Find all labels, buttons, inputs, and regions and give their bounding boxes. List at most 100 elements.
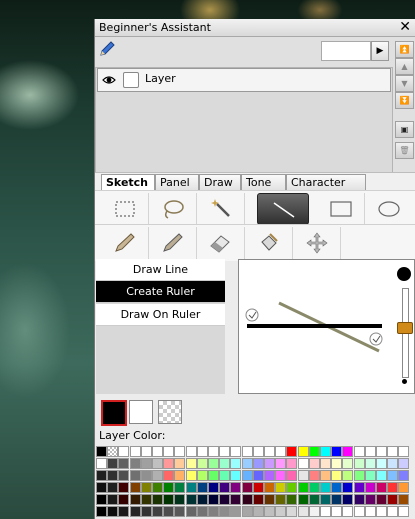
- palette-swatch[interactable]: [174, 458, 186, 469]
- palette-swatch[interactable]: [196, 506, 208, 517]
- ellipse-tool[interactable]: [365, 193, 413, 225]
- palette-swatch[interactable]: [376, 482, 387, 493]
- tab-sketch[interactable]: Sketch: [101, 174, 155, 190]
- palette-swatch[interactable]: [342, 446, 354, 457]
- palette-swatch[interactable]: [387, 506, 399, 517]
- new-layer-icon[interactable]: ▣: [395, 121, 414, 138]
- palette-swatch[interactable]: [185, 458, 197, 469]
- palette-swatch[interactable]: [152, 446, 163, 457]
- transparent-color-well[interactable]: [158, 400, 182, 424]
- palette-swatch[interactable]: [129, 458, 141, 469]
- palette-swatch[interactable]: [387, 458, 399, 469]
- palette-swatch[interactable]: [118, 506, 130, 517]
- palette-swatch[interactable]: [152, 470, 163, 481]
- palette-swatch[interactable]: [308, 458, 320, 469]
- palette-swatch[interactable]: [364, 470, 376, 481]
- palette-swatch[interactable]: [196, 458, 208, 469]
- palette-swatch[interactable]: [219, 458, 231, 469]
- palette-swatch[interactable]: [297, 482, 309, 493]
- palette-swatch[interactable]: [387, 446, 399, 457]
- palette-swatch[interactable]: [219, 506, 231, 517]
- palette-swatch[interactable]: [252, 458, 264, 469]
- move-down-icon[interactable]: ▼: [395, 75, 414, 92]
- palette-swatch[interactable]: [308, 446, 320, 457]
- palette-swatch[interactable]: [286, 494, 298, 505]
- rect-select-tool[interactable]: [101, 193, 149, 225]
- palette-swatch[interactable]: [320, 446, 331, 457]
- palette-swatch[interactable]: [208, 470, 219, 481]
- palette-swatch[interactable]: [174, 506, 186, 517]
- palette-swatch[interactable]: [320, 506, 331, 517]
- palette-swatch[interactable]: [118, 458, 130, 469]
- palette-swatch[interactable]: [118, 446, 130, 457]
- palette-swatch[interactable]: [331, 446, 343, 457]
- layer-row[interactable]: Layer: [97, 68, 391, 92]
- palette-swatch[interactable]: [163, 494, 175, 505]
- palette-swatch[interactable]: [252, 494, 264, 505]
- palette-swatch[interactable]: [331, 458, 343, 469]
- palette-swatch[interactable]: [286, 506, 298, 517]
- palette-swatch[interactable]: [264, 446, 275, 457]
- palette-swatch[interactable]: [107, 506, 119, 517]
- palette-swatch[interactable]: [297, 470, 309, 481]
- palette-swatch[interactable]: [275, 482, 287, 493]
- palette-swatch[interactable]: [118, 494, 130, 505]
- eraser-tool[interactable]: [197, 227, 245, 259]
- tab-tone[interactable]: Tone: [241, 174, 286, 190]
- palette-swatch[interactable]: [275, 446, 287, 457]
- palette-swatch[interactable]: [376, 506, 387, 517]
- palette-swatch[interactable]: [129, 494, 141, 505]
- palette-swatch[interactable]: [96, 482, 107, 493]
- layer-opacity-field[interactable]: [321, 41, 371, 61]
- panel-titlebar[interactable]: Beginner's Assistant ✕: [95, 19, 415, 37]
- close-icon[interactable]: ✕: [399, 19, 411, 35]
- palette-swatch[interactable]: [163, 446, 175, 457]
- palette-swatch[interactable]: [308, 494, 320, 505]
- palette-swatch[interactable]: [376, 470, 387, 481]
- palette-swatch[interactable]: [241, 494, 253, 505]
- tab-draw[interactable]: Draw: [199, 174, 241, 190]
- palette-swatch[interactable]: [308, 482, 320, 493]
- move-tool[interactable]: [293, 227, 341, 259]
- palette-swatch[interactable]: [163, 482, 175, 493]
- palette-swatch[interactable]: [196, 494, 208, 505]
- palette-swatch[interactable]: [140, 494, 152, 505]
- palette-swatch[interactable]: [364, 458, 376, 469]
- palette-swatch[interactable]: [398, 446, 410, 457]
- palette-swatch[interactable]: [297, 458, 309, 469]
- palette-swatch[interactable]: [129, 482, 141, 493]
- palette-swatch[interactable]: [96, 506, 107, 517]
- brush-size-slider-knob[interactable]: [397, 322, 413, 334]
- move-top-icon[interactable]: ⏫: [395, 41, 414, 58]
- palette-swatch[interactable]: [331, 494, 343, 505]
- palette-swatch[interactable]: [208, 506, 219, 517]
- palette-swatch[interactable]: [387, 494, 399, 505]
- palette-swatch[interactable]: [174, 494, 186, 505]
- palette-swatch[interactable]: [353, 458, 365, 469]
- palette-swatch[interactable]: [331, 506, 343, 517]
- palette-swatch[interactable]: [264, 470, 275, 481]
- palette-swatch[interactable]: [185, 482, 197, 493]
- rectangle-tool[interactable]: [317, 193, 365, 225]
- palette-swatch[interactable]: [230, 470, 242, 481]
- palette-swatch[interactable]: [219, 446, 231, 457]
- move-bottom-icon[interactable]: ⏬: [395, 92, 414, 109]
- palette-swatch[interactable]: [163, 506, 175, 517]
- palette-swatch[interactable]: [353, 506, 365, 517]
- palette-swatch[interactable]: [230, 458, 242, 469]
- palette-swatch[interactable]: [364, 506, 376, 517]
- palette-swatch[interactable]: [174, 482, 186, 493]
- palette-swatch[interactable]: [185, 446, 197, 457]
- opacity-arrow-button[interactable]: ▶: [371, 41, 389, 61]
- palette-swatch[interactable]: [275, 458, 287, 469]
- palette-swatch[interactable]: [152, 458, 163, 469]
- palette-swatch[interactable]: [320, 482, 331, 493]
- option-draw-line[interactable]: Draw Line: [96, 259, 225, 281]
- palette-swatch[interactable]: [140, 482, 152, 493]
- palette-swatch[interactable]: [275, 506, 287, 517]
- palette-swatch[interactable]: [241, 470, 253, 481]
- palette-swatch[interactable]: [196, 446, 208, 457]
- palette-swatch[interactable]: [241, 446, 253, 457]
- palette-swatch[interactable]: [140, 446, 152, 457]
- palette-swatch[interactable]: [264, 458, 275, 469]
